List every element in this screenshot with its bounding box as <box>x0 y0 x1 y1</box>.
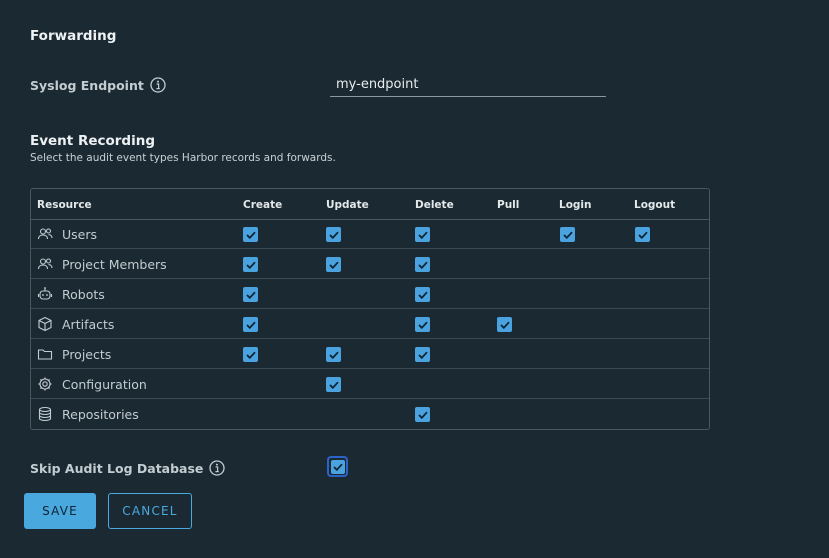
column-header-delete: Delete <box>415 199 454 211</box>
resource-cell: Users <box>37 219 97 249</box>
resource-cell: Robots <box>37 279 105 309</box>
resource-cell: Projects <box>37 339 111 369</box>
event-checkbox-create[interactable] <box>243 347 258 362</box>
resource-cell: Project Members <box>37 249 167 279</box>
event-checkbox-create[interactable] <box>243 287 258 302</box>
resource-cell: Configuration <box>37 369 147 399</box>
event-checkbox-login[interactable] <box>560 227 575 242</box>
event-checkbox-create[interactable] <box>243 257 258 272</box>
column-header-update: Update <box>326 199 369 211</box>
resource-name: Configuration <box>62 376 147 392</box>
info-icon[interactable] <box>150 77 166 93</box>
resource-cell: Artifacts <box>37 309 114 339</box>
table-row: Projects <box>31 339 709 369</box>
column-header-pull: Pull <box>497 199 520 211</box>
event-checkbox-delete[interactable] <box>415 317 430 332</box>
event-checkbox-logout[interactable] <box>635 227 650 242</box>
event-checkbox-update[interactable] <box>326 227 341 242</box>
event-recording-subtitle: Select the audit event types Harbor reco… <box>30 152 336 164</box>
column-header-logout: Logout <box>634 199 676 211</box>
checkmark-icon <box>330 459 345 474</box>
event-checkbox-pull[interactable] <box>497 317 512 332</box>
event-checkbox-delete[interactable] <box>415 257 430 272</box>
event-types-grid: Resource Create Update Delete Pull Login Logou… <box>30 188 710 430</box>
artifact-box-icon <box>37 316 53 332</box>
skip-audit-label-text: Skip Audit Log Database <box>30 460 204 476</box>
table-row: Project Members <box>31 249 709 279</box>
resource-name: Project Members <box>62 256 167 272</box>
event-checkbox-create[interactable] <box>243 227 258 242</box>
table-row: Repositories <box>31 399 709 429</box>
users-icon <box>37 226 53 242</box>
event-checkbox-create[interactable] <box>243 317 258 332</box>
event-checkbox-update[interactable] <box>326 257 341 272</box>
database-icon <box>37 406 53 422</box>
grid-header: Resource Create Update Delete Pull Login Logou… <box>31 189 709 220</box>
table-row: Artifacts <box>31 309 709 339</box>
syslog-endpoint-input[interactable] <box>330 73 606 97</box>
event-checkbox-update[interactable] <box>326 347 341 362</box>
table-row: Robots <box>31 279 709 309</box>
event-checkbox-delete[interactable] <box>415 407 430 422</box>
resource-name: Repositories <box>62 406 139 422</box>
table-row: Users <box>31 219 709 249</box>
gear-icon <box>37 376 53 392</box>
event-checkbox-delete[interactable] <box>415 227 430 242</box>
syslog-endpoint-label: Syslog Endpoint <box>30 77 166 93</box>
skip-audit-checkbox[interactable] <box>327 456 348 477</box>
event-checkbox-update[interactable] <box>326 377 341 392</box>
resource-name: Artifacts <box>62 316 115 332</box>
project-members-icon <box>37 256 53 272</box>
syslog-endpoint-label-text: Syslog Endpoint <box>30 77 144 93</box>
resource-name: Users <box>62 226 98 242</box>
event-recording-heading: Event Recording <box>30 133 155 149</box>
column-header-create: Create <box>243 199 283 211</box>
column-header-resource: Resource <box>37 199 92 211</box>
event-checkbox-delete[interactable] <box>415 347 430 362</box>
column-header-login: Login <box>559 199 592 211</box>
resource-cell: Repositories <box>37 399 139 429</box>
save-button[interactable]: SAVE <box>24 493 96 529</box>
skip-audit-label: Skip Audit Log Database <box>30 460 226 476</box>
forwarding-heading: Forwarding <box>30 28 117 44</box>
resource-name: Projects <box>62 346 112 362</box>
event-checkbox-delete[interactable] <box>415 287 430 302</box>
info-icon[interactable] <box>209 460 226 476</box>
resource-name: Robots <box>62 286 105 302</box>
folder-icon <box>37 346 53 362</box>
robot-icon <box>37 286 53 302</box>
table-row: Configuration <box>31 369 709 399</box>
cancel-button[interactable]: CANCEL <box>108 493 192 529</box>
